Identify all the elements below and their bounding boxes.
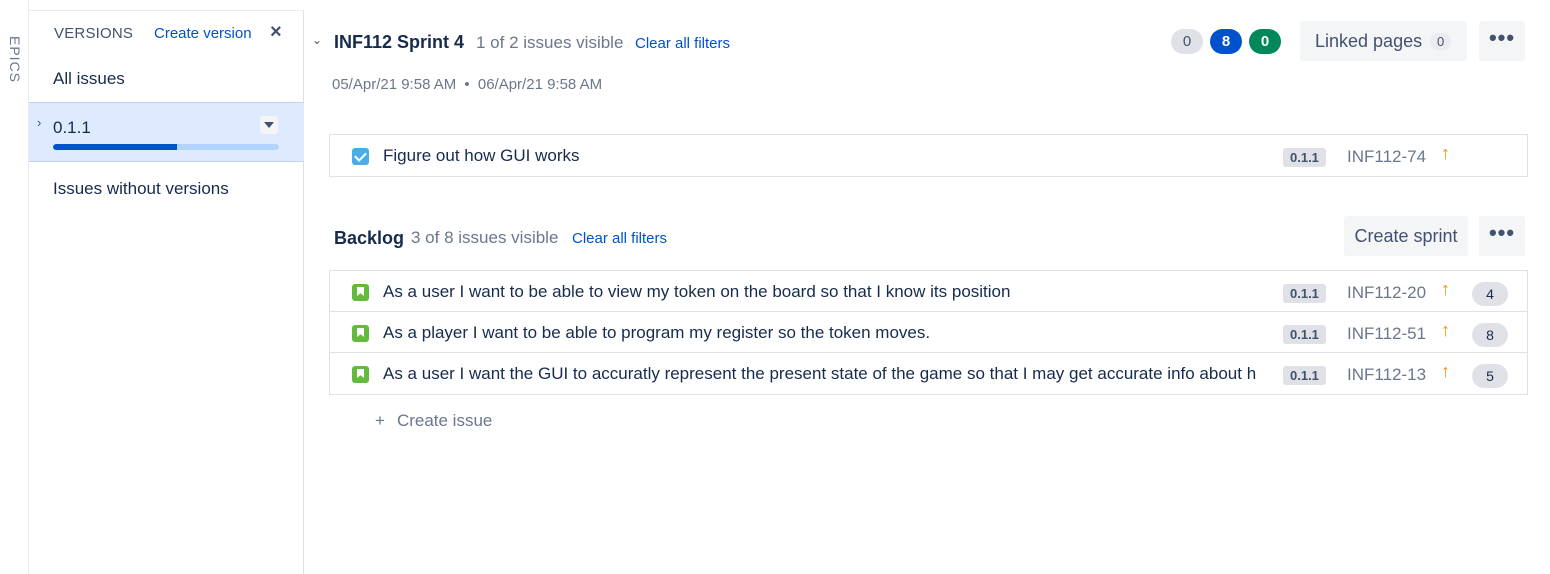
close-icon[interactable]: × — [270, 21, 282, 44]
linked-pages-label: Linked pages — [1315, 31, 1423, 51]
issue-row[interactable]: As a user I want to be able to view my t… — [330, 271, 1527, 312]
issue-summary: As a user I want the GUI to accuratly re… — [383, 364, 1257, 383]
fix-version-badge: 0.1.1 — [1283, 366, 1326, 385]
issue-key[interactable]: INF112-20 — [1347, 283, 1426, 303]
sprint-clear-filters-link[interactable]: Clear all filters — [635, 35, 730, 52]
in-progress-count-badge: 8 — [1210, 29, 1242, 54]
version-progress-bar — [53, 144, 279, 150]
linked-pages-count: 0 — [1430, 33, 1452, 50]
create-sprint-button[interactable]: Create sprint — [1344, 216, 1468, 256]
issue-row[interactable]: As a user I want the GUI to accuratly re… — [330, 353, 1527, 394]
sprint-title: INF112 Sprint 4 — [334, 32, 465, 52]
epics-rail: EPICS — [0, 0, 29, 574]
all-issues-item[interactable]: All issues — [53, 69, 125, 89]
versions-header: VERSIONS — [54, 25, 134, 42]
version-dropdown-button[interactable] — [260, 116, 278, 134]
story-type-icon — [352, 366, 369, 383]
version-progress-fill — [53, 144, 178, 150]
sprint-collapse-chevron-icon[interactable]: ⌄ — [312, 33, 322, 47]
epics-tab[interactable]: EPICS — [7, 36, 23, 83]
create-version-link[interactable]: Create version — [154, 25, 252, 42]
todo-count-badge: 0 — [1171, 29, 1203, 54]
date-separator: • — [464, 76, 470, 93]
done-count-badge: 0 — [1249, 29, 1281, 54]
issue-row[interactable]: Figure out how GUI works 0.1.1 INF112-74… — [330, 135, 1527, 176]
sprint-issue-list: Figure out how GUI works 0.1.1 INF112-74… — [329, 134, 1528, 177]
issue-summary: Figure out how GUI works — [383, 146, 580, 165]
plus-icon: + — [375, 411, 385, 430]
issue-key[interactable]: INF112-74 — [1347, 147, 1426, 167]
backlog-title: Backlog — [334, 228, 405, 248]
create-issue-label: Create issue — [396, 411, 493, 430]
story-type-icon — [352, 284, 369, 301]
priority-high-icon: ↑ — [1441, 279, 1450, 299]
task-type-icon — [352, 148, 369, 165]
issue-row[interactable]: As a player I want to be able to program… — [330, 312, 1527, 353]
sprint-more-actions-button[interactable]: ••• — [1479, 21, 1525, 61]
issue-key[interactable]: INF112-13 — [1347, 365, 1426, 385]
chevron-right-icon[interactable]: › — [37, 115, 41, 130]
story-type-icon — [352, 325, 369, 342]
priority-high-icon: ↑ — [1441, 143, 1450, 163]
sprint-start-date: 05/Apr/21 9:58 AM — [332, 76, 457, 93]
version-name: 0.1.1 — [53, 118, 91, 137]
sprint-visible-count: 1 of 2 issues visible — [476, 33, 624, 52]
create-issue-button[interactable]: + Create issue — [375, 411, 492, 431]
story-points-badge: 4 — [1472, 282, 1508, 306]
fix-version-badge: 0.1.1 — [1283, 148, 1326, 167]
priority-high-icon: ↑ — [1441, 361, 1450, 381]
issue-summary: As a player I want to be able to program… — [383, 323, 931, 342]
sprint-end-date: 06/Apr/21 9:58 AM — [477, 76, 603, 93]
story-points-badge: 8 — [1472, 323, 1508, 347]
priority-high-icon: ↑ — [1441, 320, 1450, 340]
backlog-visible-count: 3 of 8 issues visible — [411, 228, 559, 247]
issue-key[interactable]: INF112-51 — [1347, 324, 1426, 344]
linked-pages-button[interactable]: Linked pages 0 — [1300, 21, 1467, 61]
fix-version-badge: 0.1.1 — [1283, 284, 1326, 303]
version-card[interactable]: › 0.1.1 — [29, 102, 304, 162]
backlog-more-actions-button[interactable]: ••• — [1479, 216, 1525, 256]
story-points-badge: 5 — [1472, 364, 1508, 388]
issues-without-versions-item[interactable]: Issues without versions — [53, 179, 229, 199]
backlog-issue-list: As a user I want to be able to view my t… — [329, 270, 1528, 395]
backlog-clear-filters-link[interactable]: Clear all filters — [572, 230, 667, 247]
versions-panel: VERSIONS Create version × All issues › 0… — [29, 10, 304, 574]
sprint-dates: 05/Apr/21 9:58 AM • 06/Apr/21 9:58 AM — [332, 76, 602, 93]
fix-version-badge: 0.1.1 — [1283, 325, 1326, 344]
issue-summary: As a user I want to be able to view my t… — [383, 282, 1011, 301]
